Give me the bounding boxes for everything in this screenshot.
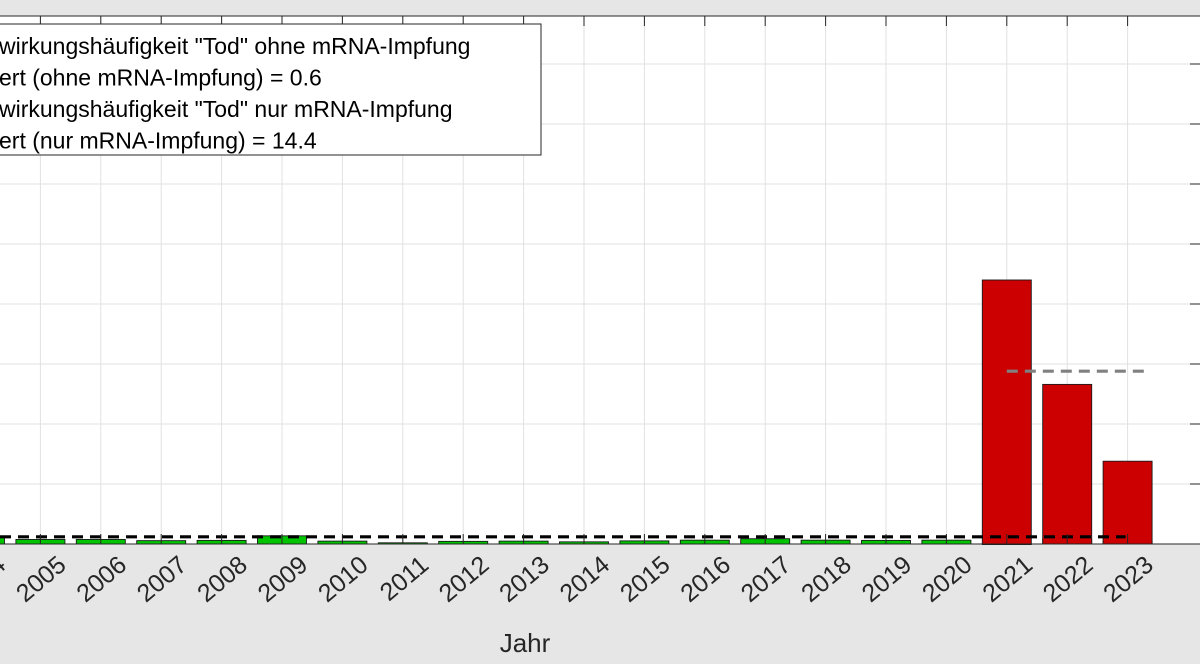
bar-nur-mrna — [1042, 383, 1093, 545]
legend-entry: wirkungshäufigkeit "Tod" ohne mRNA-Impfu… — [0, 33, 470, 59]
x-axis-label: Jahr — [500, 628, 551, 658]
legend-entry: ert (ohne mRNA-Impfung) = 0.6 — [0, 65, 322, 91]
bar-nur-mrna — [981, 279, 1032, 545]
legend-entry: ert (nur mRNA-Impfung) = 14.4 — [0, 128, 317, 154]
bar-nur-mrna — [1102, 460, 1153, 545]
legend-entry: wirkungshäufigkeit "Tod" nur mRNA-Impfun… — [0, 96, 453, 122]
legend: wirkungshäufigkeit "Tod" ohne mRNA-Impfu… — [0, 23, 542, 156]
chart-root: 2004200520062007200820092010201120122013… — [0, 0, 1200, 659]
bar-chart: 2004200520062007200820092010201120122013… — [0, 0, 1200, 659]
